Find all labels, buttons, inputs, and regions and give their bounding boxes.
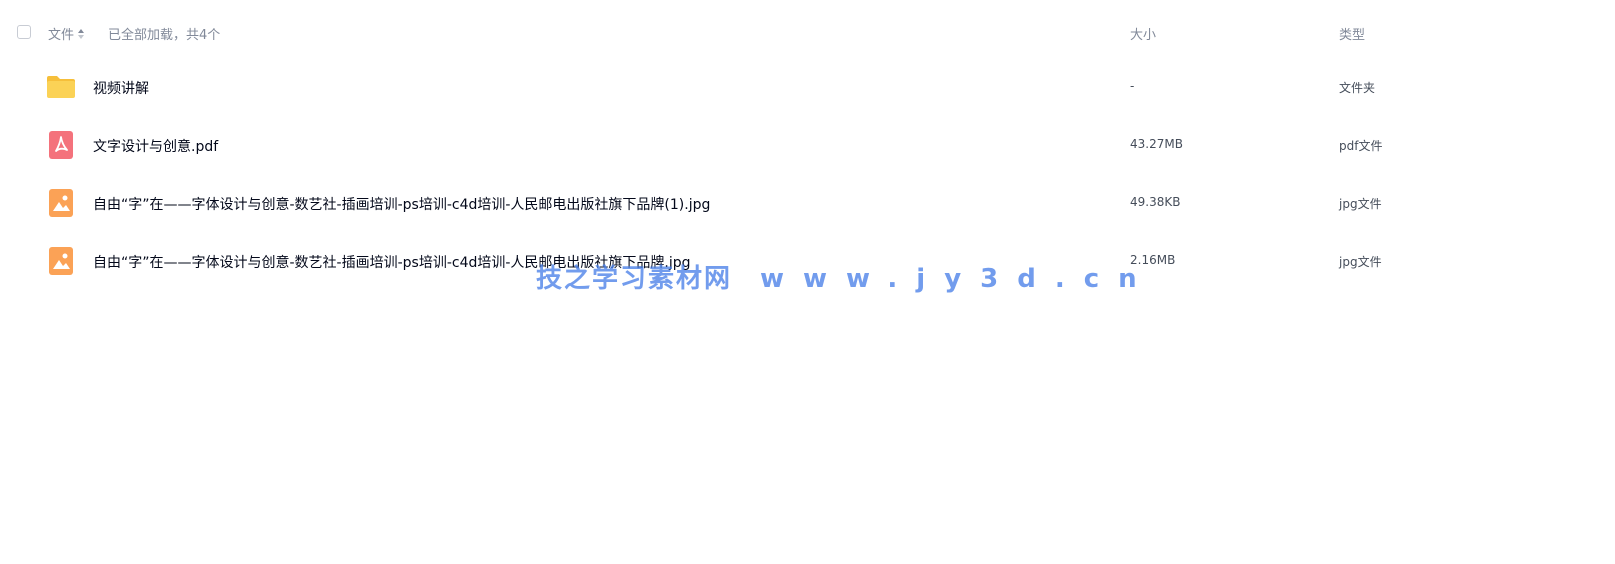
file-size: - (1130, 79, 1135, 93)
sort-icon[interactable] (78, 28, 85, 39)
file-row[interactable]: 文字设计与创意.pdf 43.27MB pdf文件 (0, 116, 1615, 174)
file-type: 文件夹 (1339, 81, 1376, 95)
file-name[interactable]: 文字设计与创意.pdf (93, 136, 218, 156)
file-name[interactable]: 视频讲解 (93, 78, 149, 98)
file-name[interactable]: 自由“字”在——字体设计与创意-数艺社-插画培训-ps培训-c4d培训-人民邮电… (93, 252, 691, 272)
pdf-icon (49, 131, 73, 159)
file-row[interactable]: 自由“字”在——字体设计与创意-数艺社-插画培训-ps培训-c4d培训-人民邮电… (0, 174, 1615, 232)
column-header-name-label: 文件 (48, 28, 75, 43)
image-icon (49, 189, 73, 217)
select-all-checkbox[interactable] (17, 25, 31, 39)
file-list-header: 文件 已全部加载，共4个 大小 类型 (0, 0, 1615, 64)
file-type: jpg文件 (1339, 255, 1382, 269)
column-header-name[interactable]: 文件 (48, 24, 85, 43)
file-list: 文件 已全部加载，共4个 大小 类型 视频讲解 - 文件夹 文字设计与创意.pd… (0, 0, 1615, 564)
file-size: 2.16MB (1130, 253, 1176, 267)
file-size: 49.38KB (1130, 195, 1181, 209)
file-row[interactable]: 视频讲解 - 文件夹 (0, 58, 1615, 116)
folder-icon (47, 76, 75, 98)
file-name[interactable]: 自由“字”在——字体设计与创意-数艺社-插画培训-ps培训-c4d培训-人民邮电… (93, 194, 710, 214)
file-type: jpg文件 (1339, 197, 1382, 211)
file-type: pdf文件 (1339, 139, 1383, 153)
load-status-text: 已全部加载，共4个 (108, 28, 221, 43)
image-icon (49, 247, 73, 275)
column-header-type[interactable]: 类型 (1339, 24, 1365, 43)
column-header-size[interactable]: 大小 (1130, 24, 1156, 43)
file-size: 43.27MB (1130, 137, 1183, 151)
file-row[interactable]: 自由“字”在——字体设计与创意-数艺社-插画培训-ps培训-c4d培训-人民邮电… (0, 232, 1615, 290)
